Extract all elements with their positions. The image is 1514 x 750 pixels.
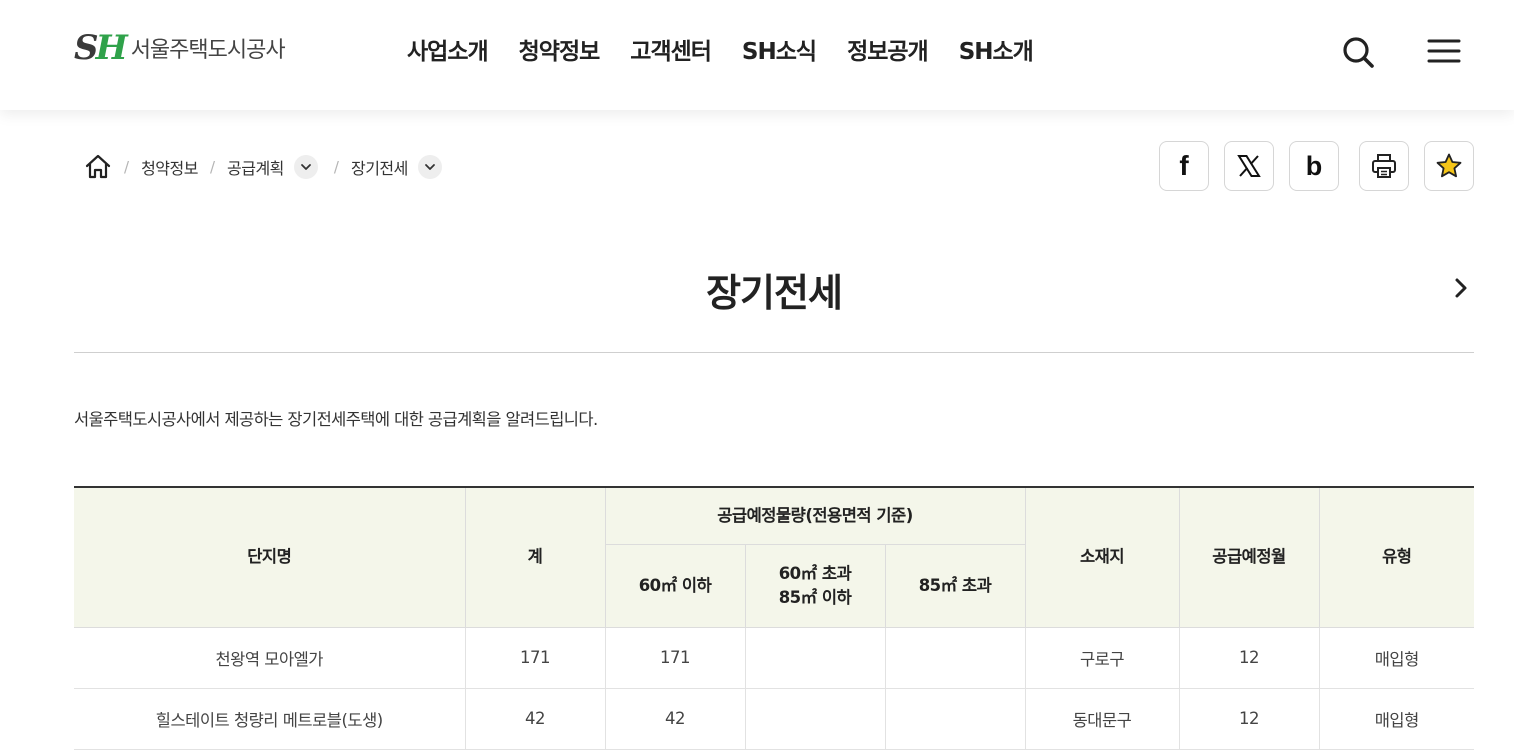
search-button[interactable] bbox=[1338, 30, 1378, 74]
th-60-to-85: 60㎡ 초과 85㎡ 이하 bbox=[744, 543, 886, 628]
cell-type: 매입형 bbox=[1318, 626, 1474, 689]
cell-under-60: 171 bbox=[604, 626, 746, 689]
print-icon bbox=[1372, 154, 1396, 178]
breadcrumb-dropdown-long-term-jeonse[interactable] bbox=[417, 155, 442, 179]
th-supply-month: 공급예정월 bbox=[1178, 486, 1320, 628]
site-logo[interactable]: SH 서울주택도시공사 bbox=[74, 28, 286, 68]
cell-over-85 bbox=[884, 687, 1026, 750]
breadcrumb: / 청약정보 / 공급계획 / 장기전세 bbox=[84, 150, 442, 184]
site-header: SH 서울주택도시공사 사업소개 청약정보 고객센터 SH소식 정보공개 SH소… bbox=[0, 0, 1514, 110]
supply-plan-table: 단지명 계 공급예정물량(전용면적 기준) 소재지 공급예정월 유형 60㎡ 이… bbox=[74, 486, 1474, 750]
logo-text: 서울주택도시공사 bbox=[130, 38, 286, 63]
cell-complex-name: 천왕역 모아엘가 bbox=[74, 626, 466, 689]
share-facebook-button[interactable]: f bbox=[1159, 141, 1209, 191]
title-divider bbox=[74, 352, 1474, 353]
breadcrumb-separator: / bbox=[124, 158, 130, 176]
intro-text: 서울주택도시공사에서 제공하는 장기전세주택에 대한 공급계획을 알려드립니다. bbox=[74, 410, 598, 429]
chevron-right-icon bbox=[1455, 278, 1467, 298]
search-icon bbox=[1343, 37, 1374, 68]
nav-item-disclosure[interactable]: 정보공개 bbox=[847, 32, 929, 72]
breadcrumb-item-subscription[interactable]: 청약정보 bbox=[141, 155, 198, 179]
x-twitter-icon bbox=[1237, 155, 1261, 177]
home-icon[interactable] bbox=[84, 153, 112, 181]
chevron-down-icon bbox=[424, 164, 435, 170]
th-over-85: 85㎡ 초과 bbox=[884, 543, 1025, 628]
cell-total: 171 bbox=[464, 626, 606, 689]
table-row: 힐스테이트 청량리 메트로블(도생) 42 42 동대문구 12 매입형 bbox=[74, 687, 1474, 750]
logo-mark: SH bbox=[74, 28, 128, 68]
share-x-button[interactable] bbox=[1224, 141, 1274, 191]
nav-item-business[interactable]: 사업소개 bbox=[407, 32, 489, 72]
th-60-to-85-line1: 60㎡ 초과 bbox=[778, 563, 852, 583]
nav-item-subscription[interactable]: 청약정보 bbox=[519, 32, 601, 72]
menu-button[interactable] bbox=[1424, 30, 1464, 74]
th-location: 소재지 bbox=[1024, 486, 1180, 628]
band-icon: b bbox=[1305, 150, 1323, 181]
breadcrumb-separator: / bbox=[209, 158, 216, 176]
logo-mark-h: H bbox=[95, 28, 128, 68]
th-60-to-85-line2: 85㎡ 이하 bbox=[778, 587, 852, 607]
cell-60-to-85 bbox=[744, 687, 886, 750]
next-page-button[interactable] bbox=[1448, 275, 1474, 301]
cell-supply-month: 12 bbox=[1178, 687, 1320, 750]
bookmark-button[interactable] bbox=[1424, 141, 1474, 191]
nav-item-sh-news[interactable]: SH소식 bbox=[742, 32, 817, 72]
cell-over-85 bbox=[884, 626, 1026, 689]
th-under-60: 60㎡ 이하 bbox=[605, 543, 746, 628]
breadcrumb-separator: / bbox=[333, 158, 339, 176]
th-complex-name: 단지명 bbox=[74, 486, 466, 628]
cell-location: 구로구 bbox=[1024, 626, 1180, 689]
star-icon bbox=[1436, 153, 1462, 178]
main-nav: 사업소개 청약정보 고객센터 SH소식 정보공개 SH소개 bbox=[407, 32, 1034, 72]
breadcrumb-item-supply-plan[interactable]: 공급계획 bbox=[227, 155, 284, 179]
cell-under-60: 42 bbox=[604, 687, 746, 750]
share-band-button[interactable]: b bbox=[1289, 141, 1339, 191]
th-total: 계 bbox=[464, 486, 606, 628]
cell-total: 42 bbox=[464, 687, 606, 750]
cell-location: 동대문구 bbox=[1024, 687, 1180, 750]
logo-mark-s: S bbox=[74, 28, 99, 68]
breadcrumb-item-long-term-jeonse[interactable]: 장기전세 bbox=[351, 155, 408, 179]
chevron-down-icon bbox=[301, 164, 311, 170]
cell-supply-month: 12 bbox=[1178, 626, 1320, 689]
table-row: 천왕역 모아엘가 171 171 구로구 12 매입형 bbox=[74, 626, 1474, 689]
cell-60-to-85 bbox=[744, 626, 886, 689]
th-type: 유형 bbox=[1318, 486, 1474, 628]
breadcrumb-dropdown-supply-plan[interactable] bbox=[293, 155, 318, 179]
nav-item-customer-center[interactable]: 고객센터 bbox=[630, 32, 712, 72]
print-button[interactable] bbox=[1359, 141, 1409, 191]
cell-complex-name: 힐스테이트 청량리 메트로블(도생) bbox=[74, 687, 466, 750]
hamburger-menu-icon bbox=[1427, 39, 1461, 63]
page-title: 장기전세 bbox=[706, 271, 843, 315]
th-supply-volume: 공급예정물량(전용면적 기준) bbox=[604, 486, 1026, 545]
nav-item-about-sh[interactable]: SH소개 bbox=[959, 32, 1034, 72]
facebook-icon: f bbox=[1179, 150, 1189, 181]
cell-type: 매입형 bbox=[1318, 687, 1474, 750]
